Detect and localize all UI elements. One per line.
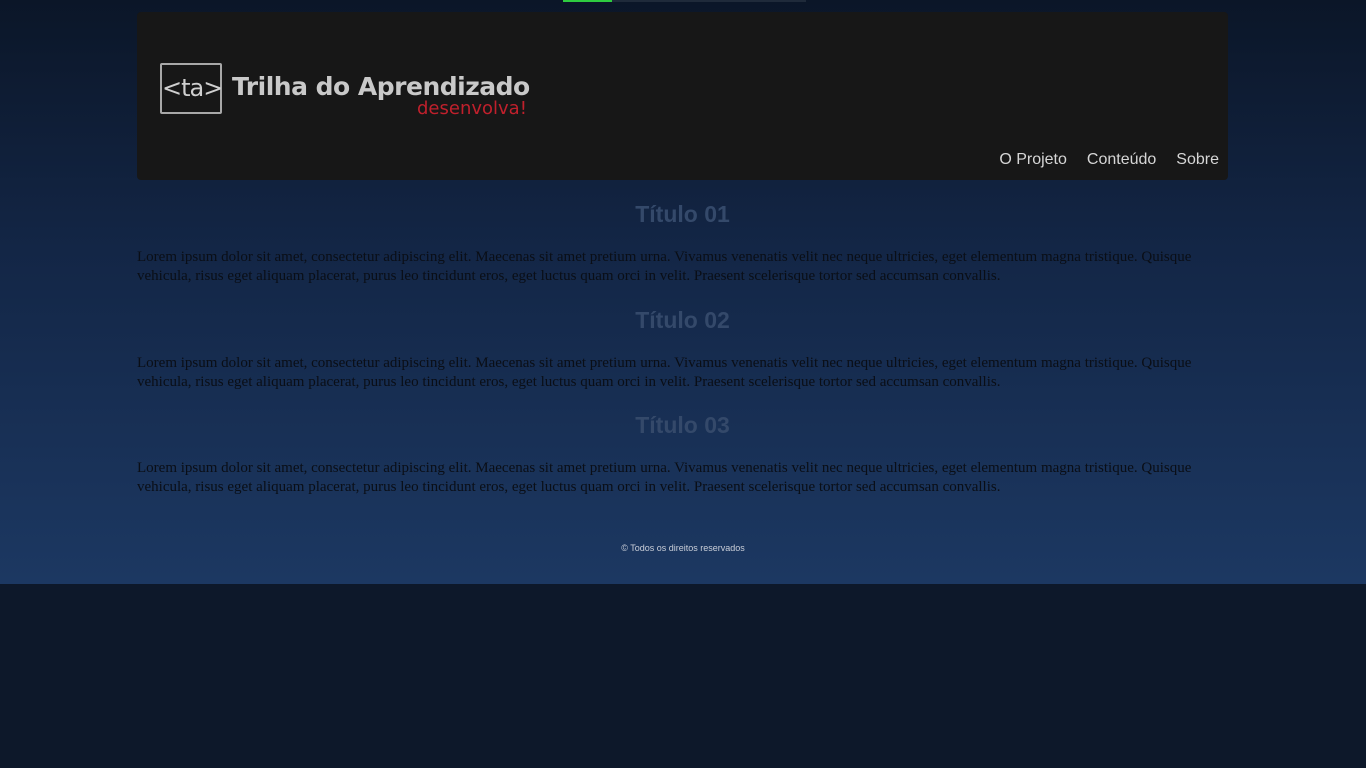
- logo-title: Trilha do Aprendizado: [232, 72, 530, 101]
- logo-mark: <ta>: [160, 63, 223, 114]
- site-logo[interactable]: <ta> Trilha do Aprendizado desenvolva!: [160, 63, 550, 123]
- site-header: <ta> Trilha do Aprendizado desenvolva! O…: [137, 12, 1228, 180]
- section-title: Título 03: [635, 412, 730, 438]
- nav-link-sobre[interactable]: Sobre: [1176, 151, 1219, 169]
- section-text: Lorem ipsum dolor sit amet, consectetur …: [137, 354, 1192, 390]
- main-nav: O Projeto Conteúdo Sobre: [999, 151, 1219, 169]
- content-section: Título 02 Lorem ipsum dolor sit amet, co…: [137, 302, 1228, 408]
- section-title: Título 02: [635, 306, 730, 333]
- main-content: Título 01 Lorem ipsum dolor sit amet, co…: [137, 196, 1228, 513]
- copyright-text: © Todos os direitos reservados: [621, 543, 745, 553]
- progress-bar-fill: [563, 0, 612, 2]
- section-text: Lorem ipsum dolor sit amet, consectetur …: [137, 460, 1192, 495]
- section-text: Lorem ipsum dolor sit amet, consectetur …: [137, 249, 1192, 284]
- logo-tagline: desenvolva!: [417, 98, 527, 119]
- nav-link-o-projeto[interactable]: O Projeto: [999, 151, 1067, 169]
- section-title: Título 01: [635, 201, 730, 227]
- progress-bar: [563, 0, 806, 2]
- content-section: Título 03 Lorem ipsum dolor sit amet, co…: [137, 407, 1228, 513]
- page-background: <ta> Trilha do Aprendizado desenvolva! O…: [0, 0, 1366, 584]
- nav-link-conteudo[interactable]: Conteúdo: [1087, 151, 1156, 169]
- site-footer: © Todos os direitos reservados: [0, 543, 1366, 553]
- content-section: Título 01 Lorem ipsum dolor sit amet, co…: [137, 196, 1228, 302]
